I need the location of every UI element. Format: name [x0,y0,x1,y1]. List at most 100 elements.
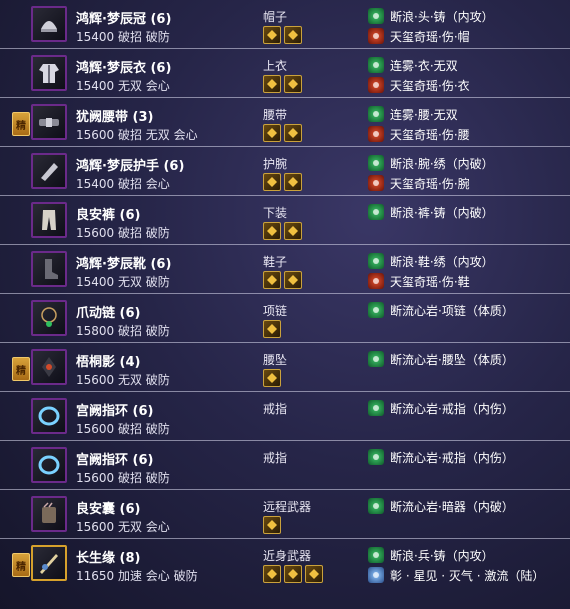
pendant-icon[interactable] [31,349,67,385]
item-slot: 鞋子 [263,255,288,269]
enhancement[interactable]: 断浪·腕·绣（内破） [368,154,494,172]
enhancement[interactable]: 断流心岩·暗器（内破） [368,497,514,515]
equipment-row[interactable]: 鸿辉·梦辰护手 (6) 15400 破招 会心 护腕 断浪·腕·绣（内破） 天玺奇瑶·伤… [0,147,570,196]
gold-gem-icon[interactable] [284,173,302,191]
item-attributes: 15400 破招 会心 [76,177,170,191]
equipment-row[interactable]: 良安囊 (6) 15600 无双 会心 远程武器 断流心岩·暗器（内破） [0,490,570,539]
enhancement[interactable]: 断流心岩·戒指（内伤） [368,399,514,417]
gold-gem-icon[interactable] [263,26,281,44]
item-slot: 近身武器 [263,549,312,563]
headgear-icon[interactable] [31,6,67,42]
gold-gem-icon[interactable] [305,565,323,583]
enhancement[interactable]: 断浪·兵·铸（内攻） [368,546,494,564]
equipment-row[interactable]: 精 犹阙腰带 (3) 15600 破招 无双 会心 腰带 连雾·腰·无双 天玺奇瑶·伤·腰 [0,98,570,147]
ring-icon[interactable] [31,447,67,483]
green-gem-icon [368,498,384,514]
gold-gem-icon[interactable] [263,124,281,142]
enhancement-text: 断流心岩·项链（体质） [390,303,514,318]
green-gem-icon [368,57,384,73]
item-attributes: 15600 破招 破防 [76,226,170,240]
robe-icon[interactable] [31,55,67,91]
enhancement-text: 断浪·腕·绣（内破） [390,156,494,171]
item-slot: 项链 [263,304,288,318]
enhancement[interactable]: 断浪·鞋·绣（内攻） [368,252,494,270]
equipment-row[interactable]: 精 长生缘 (8) 11650 加速 会心 破防 近身武器 断浪·兵·铸（内攻） 彰 · … [0,539,570,588]
enhancement[interactable]: 断浪·头·铸（内攻） [368,7,494,25]
pants-icon[interactable] [31,202,67,238]
green-gem-icon [368,449,384,465]
item-attributes: 15600 破招 无双 会心 [76,128,198,142]
enhancement[interactable]: 连雾·衣·无双 [368,56,458,74]
item-slot: 帽子 [263,10,288,24]
equipment-row[interactable]: 鸿辉·梦辰冠 (6) 15400 破招 破防 帽子 断浪·头·铸（内攻） 天玺奇瑶·伤·… [0,0,570,49]
gold-gem-icon[interactable] [263,271,281,289]
item-slot: 上衣 [263,59,288,73]
enhancement[interactable]: 断流心岩·戒指（内伤） [368,448,514,466]
belt-icon[interactable] [31,104,67,140]
enhancement[interactable]: 天玺奇瑶·伤·腕 [368,174,470,192]
green-gem-icon [368,253,384,269]
ring-icon[interactable] [31,398,67,434]
boots-icon[interactable] [31,251,67,287]
bracer-icon[interactable] [31,153,67,189]
enhancement[interactable]: 断浪·裤·铸（内破） [368,203,494,221]
item-slot: 腰坠 [263,353,288,367]
weapon-icon[interactable] [31,545,67,581]
gold-gem-icon[interactable] [284,271,302,289]
enhancement-text: 天玺奇瑶·伤·鞋 [390,274,470,289]
gold-gem-icon[interactable] [284,222,302,240]
red-enchant-icon [368,273,384,289]
enhancement-text: 断浪·鞋·绣（内攻） [390,254,494,269]
item-name: 鸿辉·梦辰冠 (6) [76,12,172,27]
enhancement-text: 天玺奇瑶·伤·帽 [390,29,470,44]
equipment-list: 鸿辉·梦辰冠 (6) 15400 破招 破防 帽子 断浪·头·铸（内攻） 天玺奇瑶·伤·… [0,0,570,609]
gem-sockets [263,369,281,387]
necklace-icon[interactable] [31,300,67,336]
enhancement-text: 断流心岩·腰坠（体质） [390,352,514,367]
gem-sockets [263,173,302,191]
gold-gem-icon[interactable] [263,320,281,338]
equipment-row[interactable]: 鸿辉·梦辰靴 (6) 15400 无双 破防 鞋子 断浪·鞋·绣（内攻） 天玺奇瑶·伤·… [0,245,570,294]
item-name: 梧桐影 (4) [76,355,141,370]
equipment-row[interactable]: 爪动链 (6) 15800 破招 破防 项链 断流心岩·项链（体质） [0,294,570,343]
item-attributes: 15400 破招 破防 [76,30,170,44]
enhancement[interactable]: 连雾·腰·无双 [368,105,458,123]
enhancement[interactable]: 断流心岩·腰坠（体质） [368,350,514,368]
item-name: 宫阙指环 (6) [76,453,154,468]
enhancement-text: 连雾·腰·无双 [390,107,458,122]
gold-gem-icon[interactable] [263,369,281,387]
enhancement[interactable]: 天玺奇瑶·伤·衣 [368,76,470,94]
equipment-row[interactable]: 宫阙指环 (6) 15600 破招 破防 戒指 断流心岩·戒指（内伤） [0,441,570,490]
gold-gem-icon[interactable] [263,173,281,191]
enhancement-text: 天玺奇瑶·伤·腰 [390,127,470,142]
gem-sockets [263,124,302,142]
equipment-row[interactable]: 精 梧桐影 (4) 15600 无双 破防 腰坠 断流心岩·腰坠（体质） [0,343,570,392]
item-name: 犹阙腰带 (3) [76,110,154,125]
refined-badge: 精 [12,357,30,381]
enhancement[interactable]: 彰 · 星见 · 灭气 · 激流（陆） [368,566,544,584]
gold-gem-icon[interactable] [284,124,302,142]
enhancement[interactable]: 天玺奇瑶·伤·腰 [368,125,470,143]
gem-sockets [263,75,302,93]
gem-sockets [263,26,302,44]
enhancement[interactable]: 天玺奇瑶·伤·鞋 [368,272,470,290]
enhancement[interactable]: 断流心岩·项链（体质） [368,301,514,319]
equipment-row[interactable]: 宫阙指环 (6) 15600 破招 破防 戒指 断流心岩·戒指（内伤） [0,392,570,441]
gold-gem-icon[interactable] [284,565,302,583]
gold-gem-icon[interactable] [263,516,281,534]
equipment-row[interactable]: 良安裤 (6) 15600 破招 破防 下装 断浪·裤·铸（内破） [0,196,570,245]
quiver-icon[interactable] [31,496,67,532]
gold-gem-icon[interactable] [284,75,302,93]
gold-gem-icon[interactable] [284,26,302,44]
gold-gem-icon[interactable] [263,75,281,93]
gold-gem-icon[interactable] [263,222,281,240]
item-attributes: 15600 无双 会心 [76,520,170,534]
red-enchant-icon [368,126,384,142]
equipment-row[interactable]: 鸿辉·梦辰衣 (6) 15400 无双 会心 上衣 连雾·衣·无双 天玺奇瑶·伤·衣 [0,49,570,98]
item-name: 长生缘 (8) [76,551,141,566]
green-gem-icon [368,351,384,367]
enhancement-text: 断浪·裤·铸（内破） [390,205,494,220]
item-attributes: 11650 加速 会心 破防 [76,569,198,583]
enhancement[interactable]: 天玺奇瑶·伤·帽 [368,27,470,45]
gold-gem-icon[interactable] [263,565,281,583]
